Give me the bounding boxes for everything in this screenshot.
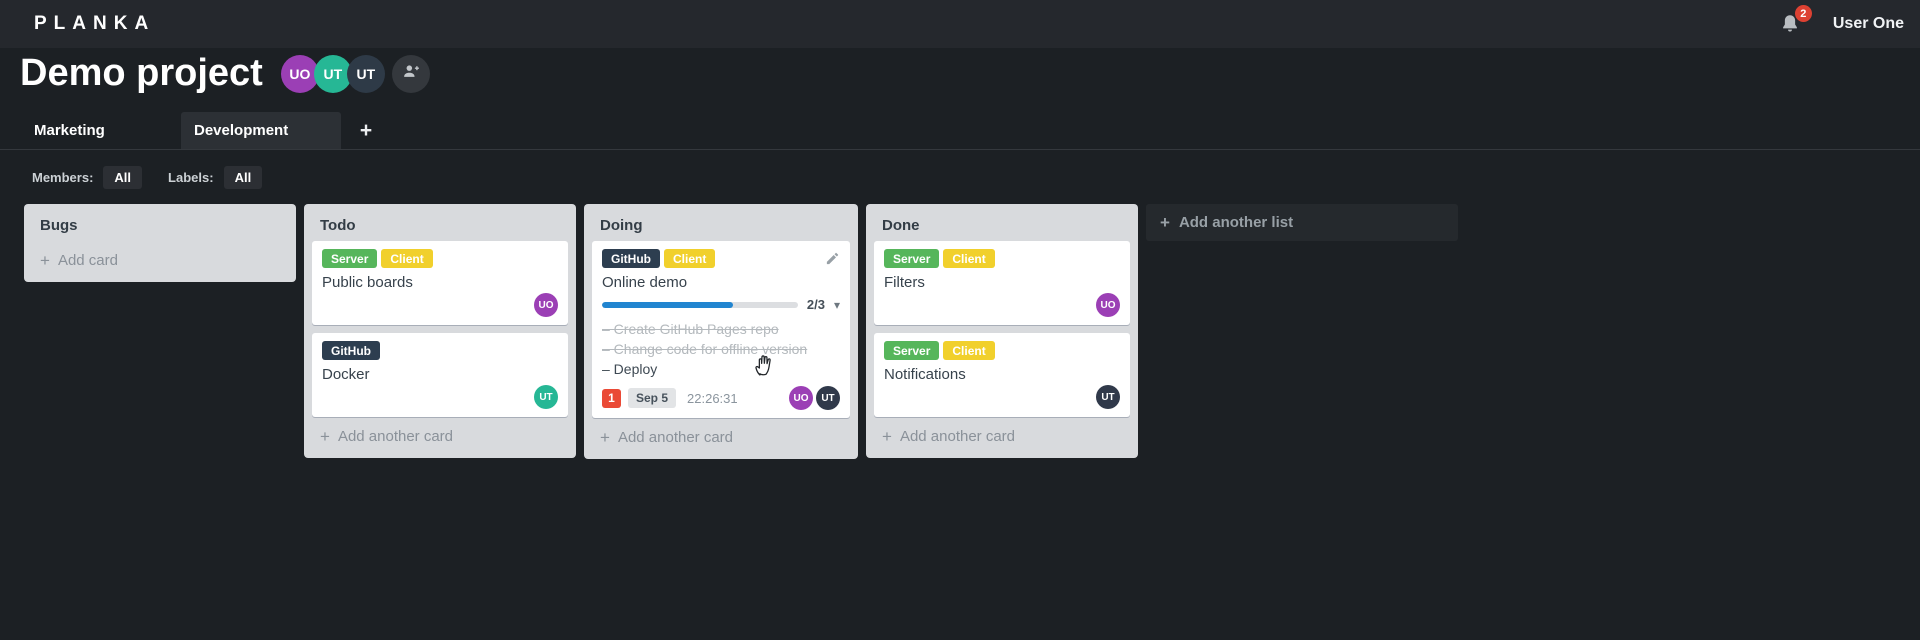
planka-logo[interactable]: PLANKA bbox=[34, 13, 155, 35]
add-card-button[interactable]: + Add another card bbox=[304, 417, 576, 458]
list-todo: Todo Server Client Public boards UO GitH… bbox=[304, 204, 576, 458]
labels-filter-label: Labels: bbox=[168, 169, 214, 185]
notification-count-badge: 2 bbox=[1794, 5, 1812, 22]
plus-icon: + bbox=[882, 427, 892, 446]
card-member-avatar[interactable]: UO bbox=[789, 386, 813, 410]
card-member-avatar[interactable]: UT bbox=[1096, 385, 1120, 409]
members-filter-value[interactable]: All bbox=[103, 165, 143, 189]
add-card-button[interactable]: + Add card bbox=[24, 241, 296, 282]
task-list: – Create GitHub Pages repo – Change code… bbox=[602, 319, 840, 379]
plus-icon: + bbox=[40, 251, 50, 270]
card-filters[interactable]: Server Client Filters UO bbox=[874, 241, 1130, 325]
hand-cursor-icon bbox=[752, 352, 778, 383]
add-card-button[interactable]: + Add another card bbox=[866, 417, 1138, 458]
card-label: Server bbox=[884, 249, 940, 268]
card-label: GitHub bbox=[322, 341, 380, 360]
list-title[interactable]: Done bbox=[866, 204, 1138, 241]
list-bugs: Bugs + Add card bbox=[24, 204, 296, 282]
project-title[interactable]: Demo project bbox=[20, 52, 263, 95]
task-item: – Create GitHub Pages repo bbox=[602, 321, 779, 337]
notifications-button[interactable]: 2 bbox=[1779, 5, 1812, 36]
card-member-avatar[interactable]: UO bbox=[1096, 293, 1120, 317]
card-member-avatar[interactable]: UT bbox=[816, 386, 840, 410]
card-title: Notifications bbox=[884, 366, 966, 383]
card-label: Server bbox=[884, 341, 940, 360]
pencil-icon[interactable] bbox=[825, 251, 840, 271]
progress-bar bbox=[602, 301, 798, 308]
user-menu[interactable]: User One bbox=[1833, 15, 1904, 33]
member-avatar[interactable]: UT bbox=[346, 54, 385, 93]
project-header: Demo project UO UT UT bbox=[20, 52, 430, 95]
add-list-button[interactable]: + Add another list bbox=[1146, 204, 1458, 241]
timer-value[interactable]: 22:26:31 bbox=[687, 391, 738, 406]
card-online-demo[interactable]: GitHub Client Online demo 2/3 ▾ – Create… bbox=[592, 241, 850, 418]
plus-icon: + bbox=[320, 427, 330, 446]
card-label: Client bbox=[943, 341, 995, 360]
add-board-button[interactable]: + bbox=[349, 112, 383, 149]
card-title: Online demo bbox=[602, 274, 688, 291]
list-done: Done Server Client Filters UO Server Cli… bbox=[866, 204, 1138, 458]
card-title: Public boards bbox=[322, 274, 413, 291]
tab-marketing[interactable]: Marketing bbox=[21, 112, 181, 149]
card-label: GitHub bbox=[602, 249, 660, 268]
list-title[interactable]: Todo bbox=[304, 204, 576, 241]
tab-development[interactable]: Development bbox=[181, 112, 341, 149]
card-label: Client bbox=[664, 249, 716, 268]
card-label: Client bbox=[943, 249, 995, 268]
top-bar: PLANKA 2 User One bbox=[0, 0, 1920, 48]
progress-count: 2/3 bbox=[806, 297, 825, 312]
task-item: – Deploy bbox=[602, 361, 658, 377]
labels-filter-value[interactable]: All bbox=[223, 165, 263, 189]
plus-icon: + bbox=[1160, 213, 1170, 232]
caret-down-icon[interactable]: ▾ bbox=[834, 299, 840, 311]
project-members: UO UT UT bbox=[280, 54, 430, 93]
plus-icon: + bbox=[600, 428, 610, 447]
members-filter-label: Members: bbox=[32, 169, 94, 185]
list-title[interactable]: Doing bbox=[584, 204, 858, 241]
card-docker[interactable]: GitHub Docker UT bbox=[312, 333, 568, 417]
card-public-boards[interactable]: Server Client Public boards UO bbox=[312, 241, 568, 325]
card-label: Server bbox=[322, 249, 378, 268]
tasks-progress: 2/3 ▾ bbox=[602, 297, 840, 312]
card-notifications[interactable]: Server Client Notifications UT bbox=[874, 333, 1130, 417]
due-date-chip[interactable]: Sep 5 bbox=[628, 388, 677, 408]
card-title: Filters bbox=[884, 274, 925, 291]
card-member-avatar[interactable]: UT bbox=[534, 385, 558, 409]
task-item: – Change code for offline version bbox=[602, 341, 808, 357]
card-title: Docker bbox=[322, 366, 370, 383]
filter-bar: Members: All Labels: All bbox=[32, 165, 263, 189]
plus-icon: + bbox=[359, 118, 373, 142]
card-label: Client bbox=[381, 249, 433, 268]
board-tabs: Marketing Development + bbox=[0, 112, 1920, 150]
board: Bugs + Add card Todo Server Client Publi… bbox=[24, 204, 1920, 459]
card-member-avatar[interactable]: UO bbox=[534, 293, 558, 317]
add-member-button[interactable] bbox=[391, 54, 430, 93]
list-title[interactable]: Bugs bbox=[24, 204, 296, 241]
add-card-button[interactable]: + Add another card bbox=[584, 418, 858, 459]
person-add-icon bbox=[401, 61, 421, 86]
list-doing: Doing GitHub Client Online demo 2/3 ▾ – … bbox=[584, 204, 858, 459]
progress-fill bbox=[602, 301, 733, 308]
card-notification-badge: 1 bbox=[602, 388, 621, 408]
